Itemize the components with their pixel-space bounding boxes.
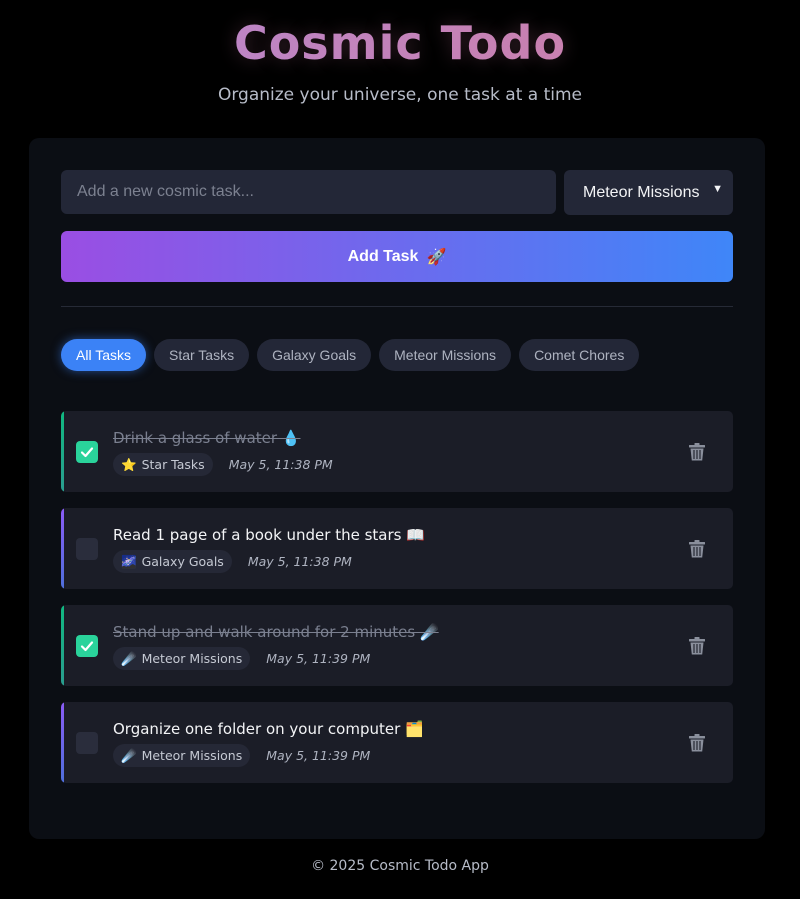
task-item: Organize one folder on your computer 🗂️ … [61,702,733,783]
task-checkbox[interactable] [76,441,98,463]
tab-comet-chores[interactable]: Comet Chores [519,339,640,371]
trash-icon [689,540,705,558]
comet-icon: ☄️ [121,650,137,666]
task-timestamp: May 5, 11:39 PM [266,748,371,763]
category-label: Meteor Missions [141,651,243,666]
comet-icon: ☄️ [121,747,137,763]
tab-galaxy-goals[interactable]: Galaxy Goals [257,339,372,371]
task-text: Drink a glass of water 💧 [113,429,301,447]
task-text: Stand up and walk around for 2 minutes ☄… [113,623,439,641]
task-timestamp: May 5, 11:39 PM [266,651,371,666]
task-checkbox[interactable] [76,538,98,560]
task-meta: ☄️ Meteor Missions May 5, 11:39 PM [113,647,370,670]
checkmark-icon [80,447,94,458]
app-subtitle: Organize your universe, one task at a ti… [217,85,583,105]
trash-icon [689,734,705,752]
task-accent-bar [61,411,64,492]
rocket-icon: 🚀 [426,248,447,266]
category-select-value: Meteor Missions [583,183,700,201]
task-text: Organize one folder on your computer 🗂️ [113,720,424,738]
add-task-label: Add Task [347,247,419,265]
checkmark-icon [80,641,94,652]
filter-tabs: All Tasks Star Tasks Galaxy Goals Meteor… [61,339,640,371]
task-meta: ⭐ Star Tasks May 5, 11:38 PM [113,453,333,476]
trash-icon [689,637,705,655]
task-accent-bar [61,702,64,783]
tab-meteor-missions[interactable]: Meteor Missions [379,339,512,371]
star-icon: ⭐ [121,456,137,472]
app-title: Cosmic Todo [0,16,800,70]
task-timestamp: May 5, 11:38 PM [228,457,333,472]
task-text: Read 1 page of a book under the stars 📖 [113,526,425,544]
galaxy-icon: 🌌 [121,553,137,569]
task-item: Read 1 page of a book under the stars 📖 … [61,508,733,589]
category-label: Galaxy Goals [141,554,224,569]
delete-button[interactable] [687,636,707,656]
delete-button[interactable] [687,539,707,559]
trash-icon [689,443,705,461]
todo-card: Meteor Missions ▼ Add Task 🚀 All Tasks S… [29,138,765,839]
category-badge: 🌌 Galaxy Goals [113,550,232,573]
category-badge: ☄️ Meteor Missions [113,744,251,767]
task-checkbox[interactable] [76,635,98,657]
task-meta: ☄️ Meteor Missions May 5, 11:39 PM [113,744,370,767]
divider [61,306,733,307]
category-select[interactable]: Meteor Missions ▼ [564,170,733,215]
task-meta: 🌌 Galaxy Goals May 5, 11:38 PM [113,550,352,573]
add-task-button[interactable]: Add Task 🚀 [61,231,733,282]
category-label: Meteor Missions [141,748,243,763]
category-badge: ☄️ Meteor Missions [113,647,251,670]
chevron-down-icon: ▼ [712,183,723,195]
task-list: Drink a glass of water 💧 ⭐ Star Tasks Ma… [61,411,733,799]
category-label: Star Tasks [141,457,205,472]
task-accent-bar [61,605,64,686]
delete-button[interactable] [687,733,707,753]
tab-star-tasks[interactable]: Star Tasks [153,339,250,371]
task-accent-bar [61,508,64,589]
footer-copyright: © 2025 Cosmic Todo App [311,858,489,874]
task-item: Drink a glass of water 💧 ⭐ Star Tasks Ma… [61,411,733,492]
task-item: Stand up and walk around for 2 minutes ☄… [61,605,733,686]
category-badge: ⭐ Star Tasks [113,453,213,476]
task-checkbox[interactable] [76,732,98,754]
tab-all-tasks[interactable]: All Tasks [61,339,146,371]
new-task-input[interactable] [61,170,556,214]
delete-button[interactable] [687,442,707,462]
task-timestamp: May 5, 11:38 PM [247,554,352,569]
